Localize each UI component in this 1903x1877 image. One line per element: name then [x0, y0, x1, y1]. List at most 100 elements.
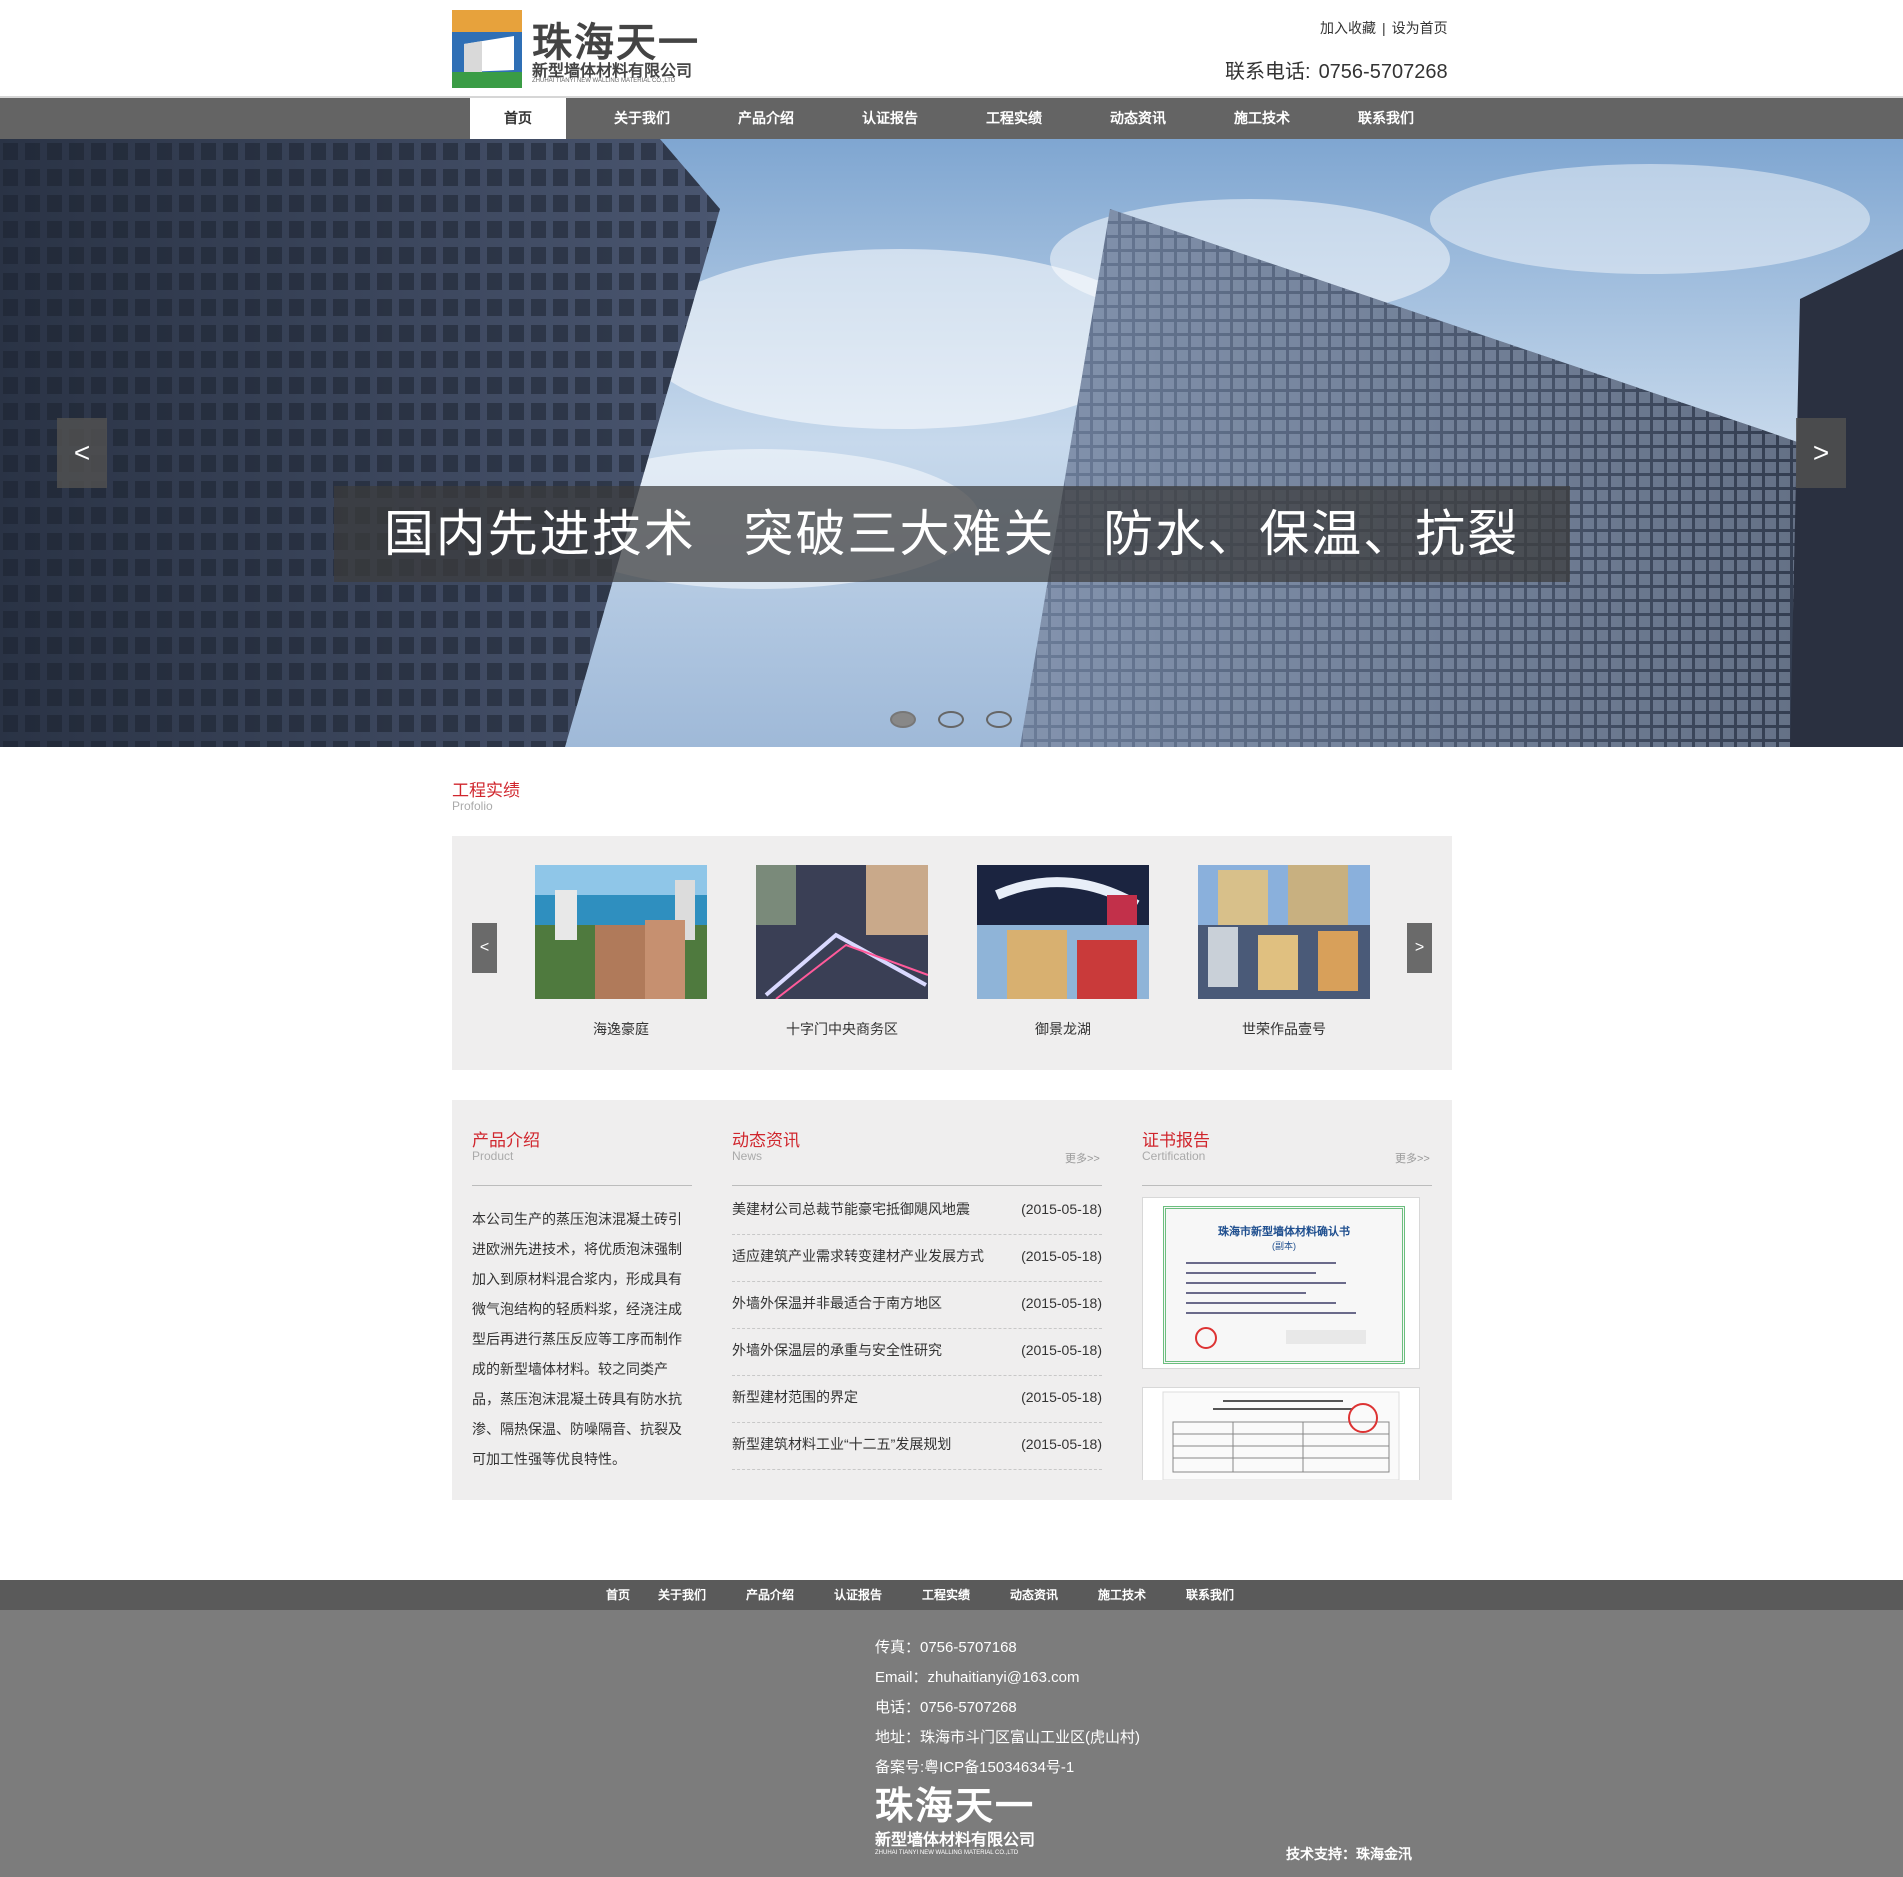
nav-item[interactable]: 施工技术 — [1200, 98, 1324, 139]
nav-item[interactable]: 首页 — [470, 98, 566, 139]
footer-nav-item[interactable]: 首页 — [606, 1580, 658, 1610]
footer-nav-item[interactable]: 联系我们 — [1186, 1580, 1246, 1610]
portfolio-next-button[interactable]: > — [1407, 923, 1432, 973]
hero-banner — [0, 139, 1903, 747]
banner-pagination — [890, 711, 1012, 728]
bookmark-link[interactable]: 加入收藏 — [1320, 20, 1376, 36]
footer-logo-subtitle: 新型墙体材料有限公司 — [875, 1830, 1036, 1849]
banner-dot[interactable] — [938, 711, 964, 728]
portfolio-item[interactable]: 十字门中央商务区 — [756, 865, 928, 1039]
contact-phone: 联系电话: 0756-5707268 — [1225, 55, 1448, 84]
product-title: 产品介绍 — [472, 1131, 540, 1150]
news-divider-line — [732, 1422, 1102, 1423]
certificate-thumbnail[interactable] — [1142, 1387, 1420, 1481]
test-report-image — [1162, 1391, 1400, 1481]
footer-nav-item[interactable]: 施工技术 — [1098, 1580, 1186, 1610]
cert-title: 证书报告 — [1142, 1131, 1210, 1150]
portfolio-image-haiyi — [535, 865, 707, 999]
portfolio-item[interactable]: 世荣作品壹号 — [1198, 865, 1370, 1039]
logo-subtitle-en: ZHUHAI TIANYI NEW WALLING MATERIAL CO.,L… — [532, 78, 676, 84]
news-title-link[interactable]: 美建材公司总裁节能豪宅抵御飓风地震 — [732, 1199, 970, 1219]
certificate-heading: 珠海市新型墙体材料确认书 — [1218, 1226, 1350, 1238]
news-title-link[interactable]: 外墙外保温并非最适合于南方地区 — [732, 1293, 942, 1313]
news-title-link[interactable]: 新型建筑材料工业“十二五”发展规划 — [732, 1434, 951, 1454]
footer-nav-item[interactable]: 动态资讯 — [1010, 1580, 1098, 1610]
top-links-separator: | — [1382, 20, 1386, 36]
news-title: 动态资讯 — [732, 1131, 800, 1150]
set-homepage-link[interactable]: 设为首页 — [1392, 20, 1448, 36]
news-more-link[interactable]: 更多>> — [1065, 1150, 1100, 1166]
nav-item[interactable]: 动态资讯 — [1076, 98, 1200, 139]
certificate-body-lines — [1186, 1262, 1366, 1349]
product-divider — [472, 1185, 692, 1186]
footer-icp: 备案号:粤ICP备15034634号-1 — [875, 1759, 1075, 1776]
main-nav: 首页 关于我们 产品介绍 认证报告 工程实绩 动态资讯 施工技术 联系我们 — [0, 96, 1903, 139]
footer-tel: 电话：0756-5707268 — [875, 1699, 1017, 1716]
footer-logo: 珠海天一 新型墙体材料有限公司 ZHUHAI TIANYI NEW WALLIN… — [875, 1786, 1035, 1856]
banner-next-button[interactable]: > — [1796, 418, 1846, 488]
footer-nav-item[interactable]: 关于我们 — [658, 1580, 746, 1610]
footer-address: 地址：珠海市斗门区富山工业区(虎山村) — [875, 1729, 1140, 1746]
footer-nav-item[interactable]: 产品介绍 — [746, 1580, 834, 1610]
nav-item[interactable]: 工程实绩 — [952, 98, 1076, 139]
news-row[interactable]: 新型建筑材料工业“十二五”发展规划 (2015-05-18) — [732, 1434, 1102, 1481]
news-title-link[interactable]: 新型建材范围的界定 — [732, 1387, 858, 1407]
news-row[interactable]: 美建材公司总裁节能豪宅抵御飓风地震 (2015-05-18) — [732, 1199, 1102, 1246]
portfolio-caption: 世荣作品壹号 — [1242, 1021, 1326, 1037]
nav-item[interactable]: 联系我们 — [1324, 98, 1448, 139]
portfolio-image-shirong — [1198, 865, 1370, 999]
banner-slogan-bar: 国内先进技术 突破三大难关 防水、保温、抗裂 — [0, 486, 1903, 582]
portfolio-caption: 十字门中央商务区 — [786, 1021, 898, 1037]
footer-logo-en: ZHUHAI TIANYI NEW WALLING MATERIAL CO.,L… — [875, 1850, 1019, 1856]
portfolio-prev-button[interactable]: < — [472, 923, 497, 973]
cert-more-link[interactable]: 更多>> — [1395, 1150, 1430, 1166]
top-links: 加入收藏 | 设为首页 — [1320, 18, 1448, 38]
certificate-subheading: (副本) — [1272, 1241, 1296, 1251]
portfolio-item[interactable]: 御景龙湖 — [977, 865, 1149, 1039]
footer-nav: 首页 关于我们 产品介绍 认证报告 工程实绩 动态资讯 施工技术 联系我们 — [0, 1580, 1903, 1610]
footer-fax: 传真：0756-5707168 — [875, 1639, 1017, 1656]
portfolio-caption: 海逸豪庭 — [593, 1021, 649, 1037]
news-title-link[interactable]: 外墙外保温层的承重与安全性研究 — [732, 1340, 942, 1360]
news-date: (2015-05-18) — [1021, 1389, 1102, 1405]
portfolio-image-shizimen — [756, 865, 928, 999]
news-date: (2015-05-18) — [1021, 1295, 1102, 1311]
news-title-link[interactable]: 适应建筑产业需求转变建材产业发展方式 — [732, 1246, 984, 1266]
news-divider-line — [732, 1234, 1102, 1235]
banner-dot[interactable] — [986, 711, 1012, 728]
news-subtitle: News — [732, 1149, 763, 1163]
nav-item[interactable]: 关于我们 — [580, 98, 704, 139]
certificate-thumbnail[interactable]: 珠海市新型墙体材料确认书 (副本) — [1142, 1197, 1420, 1369]
news-row[interactable]: 适应建筑产业需求转变建材产业发展方式 (2015-05-18) — [732, 1246, 1102, 1293]
phone-label: 联系电话: — [1225, 61, 1311, 83]
nav-item[interactable]: 认证报告 — [828, 98, 952, 139]
footer-email: Email：zhuhaitianyi@163.com — [875, 1669, 1080, 1686]
news-date: (2015-05-18) — [1021, 1342, 1102, 1358]
stamp-icon — [1195, 1327, 1217, 1349]
banner-prev-button[interactable]: < — [57, 418, 107, 488]
nav-item[interactable]: 产品介绍 — [704, 98, 828, 139]
main-nav-list: 首页 关于我们 产品介绍 认证报告 工程实绩 动态资讯 施工技术 联系我们 — [470, 98, 1448, 139]
news-divider — [732, 1185, 1102, 1186]
tech-support: 技术支持：珠海金汛 — [1286, 1846, 1412, 1862]
footer-nav-item[interactable]: 认证报告 — [834, 1580, 922, 1610]
news-row[interactable]: 外墙外保温层的承重与安全性研究 (2015-05-18) — [732, 1340, 1102, 1387]
news-date: (2015-05-18) — [1021, 1201, 1102, 1217]
cert-divider — [1142, 1185, 1432, 1186]
portfolio-title: 工程实绩 — [452, 781, 520, 800]
portfolio-item[interactable]: 海逸豪庭 — [535, 865, 707, 1039]
product-subtitle: Product — [472, 1149, 514, 1163]
banner-image — [0, 139, 1903, 747]
news-date: (2015-05-18) — [1021, 1436, 1102, 1452]
portfolio-caption: 御景龙湖 — [1035, 1021, 1091, 1037]
news-divider-line — [732, 1328, 1102, 1329]
portfolio-image-yujing — [977, 865, 1149, 999]
news-row[interactable]: 新型建材范围的界定 (2015-05-18) — [732, 1387, 1102, 1434]
news-divider-line — [732, 1281, 1102, 1282]
banner-dot[interactable] — [890, 711, 916, 728]
footer-nav-item[interactable]: 工程实绩 — [922, 1580, 1010, 1610]
certificate-frame: 珠海市新型墙体材料确认书 (副本) — [1163, 1206, 1405, 1364]
company-logo[interactable]: 珠海天一 新型墙体材料有限公司 ZHUHAI TIANYI NEW WALLIN… — [452, 10, 698, 88]
banner-slogan: 国内先进技术 突破三大难关 防水、保温、抗裂 — [383, 506, 1520, 562]
news-row[interactable]: 外墙外保温并非最适合于南方地区 (2015-05-18) — [732, 1293, 1102, 1340]
